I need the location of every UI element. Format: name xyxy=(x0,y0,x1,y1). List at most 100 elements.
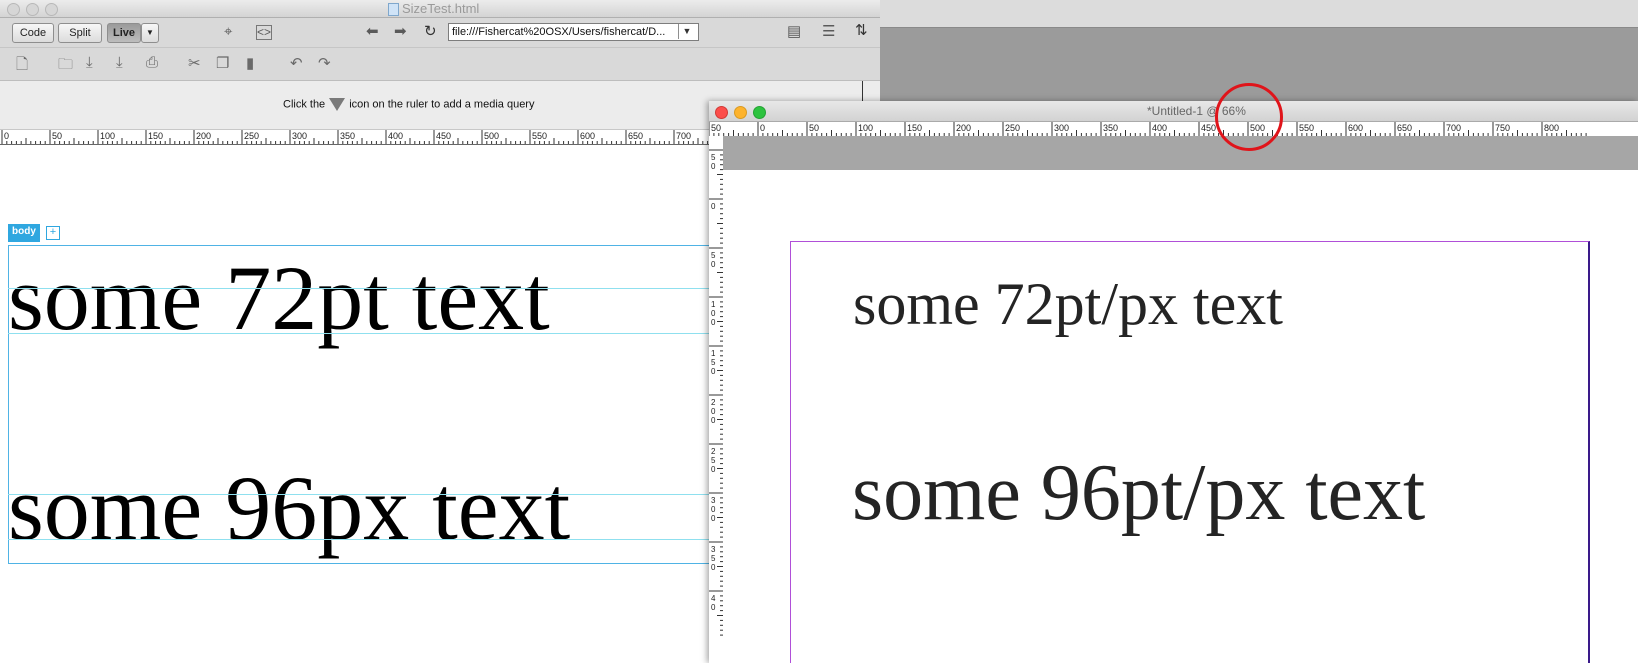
ruler-label: 0 xyxy=(711,260,716,269)
ruler-label: 5 xyxy=(711,554,716,563)
ruler-label: 0 xyxy=(760,123,765,133)
ruler-label: 5 xyxy=(711,358,716,367)
ruler-label: 2 xyxy=(711,398,716,407)
title-bar: SizeTest.html xyxy=(0,0,880,18)
ruler-label: 450 xyxy=(436,131,451,141)
live-view-button[interactable]: Live xyxy=(107,23,141,43)
document-icon xyxy=(388,3,399,16)
code-navigator-icon[interactable]: <> xyxy=(256,25,272,40)
zoom-button[interactable] xyxy=(45,3,58,16)
visual-aids-icon[interactable]: ▤ xyxy=(787,23,801,41)
ruler-label: 0 xyxy=(4,131,9,141)
ruler-label: 650 xyxy=(1397,123,1412,133)
ruler-label: 0 xyxy=(711,416,716,425)
illustrator-window: *Untitled-1 @ 66% 50 0 50 100 150 200 250 300 35… xyxy=(709,101,1638,663)
close-button[interactable] xyxy=(715,106,728,119)
new-document-icon[interactable]: 🗋 xyxy=(16,54,28,79)
ruler-label: 50 xyxy=(809,123,819,133)
ruler-label: 750 xyxy=(1495,123,1510,133)
ruler-label: 400 xyxy=(1152,123,1167,133)
standard-toolbar: 🗋 🗀 ⤓ ⤓ ⎙ ✂ ❐ ▮ ↶ ↷ xyxy=(0,48,880,81)
ruler-label: 50 xyxy=(711,123,721,133)
address-dropdown-icon[interactable]: ▼ xyxy=(678,24,695,39)
close-button[interactable] xyxy=(7,3,20,16)
forward-arrow-icon[interactable]: ➡ xyxy=(394,23,407,41)
vertical-ruler[interactable]: 5005010015020025030035040 xyxy=(709,136,724,663)
redo-icon[interactable]: ↷ xyxy=(318,54,331,72)
ruler-label: 0 xyxy=(711,505,716,514)
cut-icon[interactable]: ✂ xyxy=(188,54,201,72)
ruler-label: 500 xyxy=(484,131,499,141)
ruler-label: 550 xyxy=(532,131,547,141)
hint-prefix: Click the xyxy=(283,98,326,111)
inspect-icon[interactable]: ⌖ xyxy=(224,23,232,41)
sync-arrows-icon[interactable]: ⇅ xyxy=(855,22,868,40)
split-view-button[interactable]: Split xyxy=(58,23,102,43)
ruler-label: 0 xyxy=(711,514,716,523)
ruler-label: 100 xyxy=(858,123,873,133)
add-class-plus-icon[interactable]: + xyxy=(46,226,60,240)
print-icon[interactable]: ⎙ xyxy=(146,54,158,71)
ruler-label: 0 xyxy=(711,367,716,376)
copy-icon[interactable]: ❐ xyxy=(216,54,229,72)
ruler-label: 1 xyxy=(711,300,716,309)
ruler-label: 2 xyxy=(711,447,716,456)
ruler-label: 400 xyxy=(388,131,403,141)
save-icon[interactable]: ⤓ xyxy=(86,54,93,71)
ruler-label: 300 xyxy=(292,131,307,141)
paste-icon[interactable]: ▮ xyxy=(246,54,254,72)
refresh-icon[interactable]: ↻ xyxy=(424,23,437,41)
ruler-label: 0 xyxy=(711,318,716,327)
ruler-label: 550 xyxy=(1299,123,1314,133)
ruler-label: 4 xyxy=(711,594,716,603)
ruler-label: 0 xyxy=(711,603,716,612)
ruler-label: 250 xyxy=(244,131,259,141)
ruler-label: 50 xyxy=(52,131,62,141)
horizontal-ruler[interactable]: 0 50 100 150 200 250 300 350 400 450 500 550 600 650 7… xyxy=(0,130,710,145)
ruler-label: 700 xyxy=(1446,123,1461,133)
ruler-label: 600 xyxy=(1348,123,1363,133)
save-all-icon[interactable]: ⤓ xyxy=(116,54,123,71)
window-title: SizeTest.html xyxy=(402,1,480,16)
horizontal-ruler[interactable]: 50 0 50 100 150 200 250 300 350 400 450 500 550 600 65… xyxy=(709,122,1638,137)
minimize-button[interactable] xyxy=(26,3,39,16)
ruler-label: 0 xyxy=(711,202,716,211)
media-query-hint: Click the icon on the ruler to add a medi… xyxy=(283,98,534,111)
address-field[interactable]: file:///Fishercat%20OSX/Users/fishercat/… xyxy=(448,23,699,41)
ruler-label: 0 xyxy=(711,162,716,171)
ruler-label: 800 xyxy=(1544,123,1559,133)
live-options-dropdown[interactable]: ▼ xyxy=(141,23,159,43)
ruler-label: 350 xyxy=(1103,123,1118,133)
ruler-label: 200 xyxy=(196,131,211,141)
ruler-label: 5 xyxy=(711,251,716,260)
ruler-label: 250 xyxy=(1005,123,1020,133)
back-arrow-icon[interactable]: ⬅ xyxy=(366,23,379,41)
zoom-button[interactable] xyxy=(753,106,766,119)
highlight-circle xyxy=(1215,83,1283,151)
ruler-label: 0 xyxy=(711,309,716,318)
ruler-label: 0 xyxy=(711,563,716,572)
ruler-label: 350 xyxy=(340,131,355,141)
ruler-label: 150 xyxy=(907,123,922,133)
undo-icon[interactable]: ↶ xyxy=(290,54,303,72)
ruler-label: 450 xyxy=(1201,123,1216,133)
heading-96px: some 96px text xyxy=(8,457,571,559)
ruler-label: 200 xyxy=(956,123,971,133)
text-96pt-px[interactable]: some 96pt/px text xyxy=(852,445,1425,541)
ruler-label: 700 xyxy=(676,131,691,141)
minimize-button[interactable] xyxy=(734,106,747,119)
file-management-icon[interactable]: ☰ xyxy=(822,23,835,41)
ruler-label: 300 xyxy=(1054,123,1069,133)
element-tag-badge[interactable]: body xyxy=(8,224,40,242)
ruler-label: 3 xyxy=(711,496,716,505)
text-72pt-px[interactable]: some 72pt/px text xyxy=(853,269,1283,339)
open-folder-icon[interactable]: 🗀 xyxy=(58,54,73,79)
media-query-icon[interactable] xyxy=(329,98,346,111)
ruler-label: 0 xyxy=(711,465,716,474)
ruler-label: 150 xyxy=(148,131,163,141)
ruler-label: 0 xyxy=(711,407,716,416)
background-window-toolbar xyxy=(880,0,1638,28)
code-view-button[interactable]: Code xyxy=(12,23,54,43)
ruler-label: 5 xyxy=(711,456,716,465)
ruler-label: 5 xyxy=(711,153,716,162)
